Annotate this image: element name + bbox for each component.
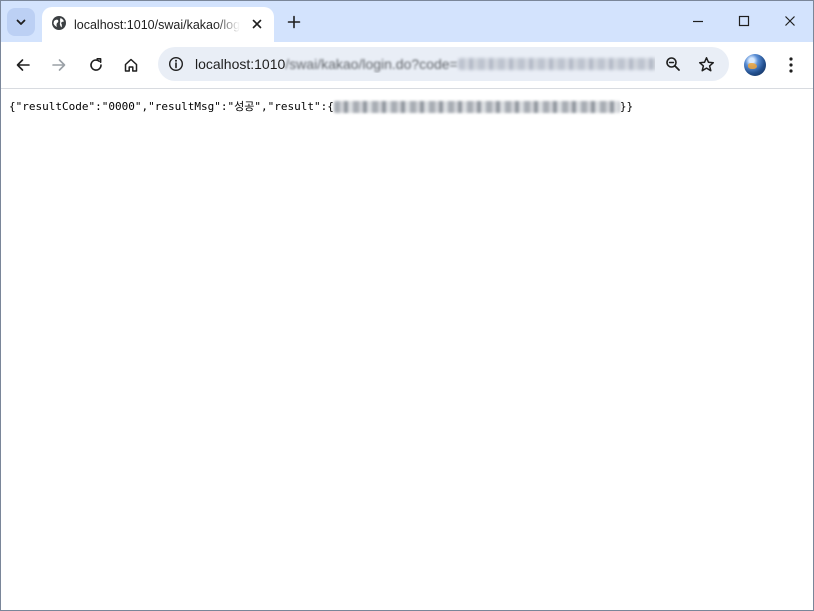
- close-icon: [252, 19, 262, 29]
- chevron-down-icon: [16, 19, 26, 25]
- url-redacted-query: [457, 58, 655, 70]
- window-close-button[interactable]: [767, 1, 813, 41]
- minimize-button[interactable]: [675, 1, 721, 41]
- back-button[interactable]: [9, 51, 37, 79]
- globe-icon: [51, 15, 67, 31]
- profile-avatar[interactable]: [744, 54, 766, 76]
- reload-button[interactable]: [82, 51, 110, 79]
- tab-search-button[interactable]: [7, 8, 35, 36]
- browser-window: localhost:1010/swai/kakao/login.do: [0, 0, 814, 611]
- arrow-right-icon: [52, 59, 66, 71]
- new-tab-button[interactable]: [282, 10, 306, 34]
- toolbar: localhost:1010/swai/kakao/login.do?code=…: [1, 42, 813, 88]
- address-bar[interactable]: localhost:1010/swai/kakao/login.do?code=…: [158, 47, 729, 81]
- site-info-button[interactable]: [164, 52, 188, 76]
- close-icon: [785, 16, 795, 26]
- json-redacted-result: [333, 101, 620, 113]
- tab-title: localhost:1010/swai/kakao/login.do: [74, 18, 240, 32]
- json-prefix: {"resultCode":"0000","resultMsg":"성공","r…: [9, 100, 334, 113]
- bookmark-button[interactable]: [694, 52, 718, 76]
- star-icon: [698, 56, 714, 71]
- json-suffix: }}: [619, 100, 634, 113]
- home-icon: [124, 58, 138, 72]
- json-response: {"resultCode":"0000","resultMsg":"성공","r…: [9, 100, 633, 114]
- plus-icon: [287, 15, 301, 29]
- forward-button[interactable]: [45, 51, 73, 79]
- zoom-button[interactable]: [661, 52, 685, 76]
- maximize-button[interactable]: [721, 1, 767, 41]
- info-icon: [168, 56, 184, 72]
- url-path: /swai/kakao/login.do?code=: [285, 56, 458, 72]
- home-button[interactable]: [117, 51, 145, 79]
- tab-active[interactable]: localhost:1010/swai/kakao/login.do: [42, 7, 274, 42]
- minimize-icon: [693, 20, 703, 23]
- url-host: localhost:1010: [195, 56, 286, 72]
- page-viewport: {"resultCode":"0000","resultMsg":"성공","r…: [1, 89, 813, 610]
- zoom-icon: [666, 57, 680, 71]
- reload-icon: [90, 58, 102, 71]
- tab-strip: localhost:1010/swai/kakao/login.do: [1, 1, 813, 42]
- kebab-menu-icon: [789, 57, 793, 73]
- tab-close-button[interactable]: [247, 14, 267, 34]
- browser-menu-button[interactable]: [779, 52, 803, 78]
- maximize-icon: [738, 15, 750, 27]
- url-text[interactable]: localhost:1010/swai/kakao/login.do?code=…: [195, 55, 655, 73]
- arrow-left-icon: [16, 59, 30, 71]
